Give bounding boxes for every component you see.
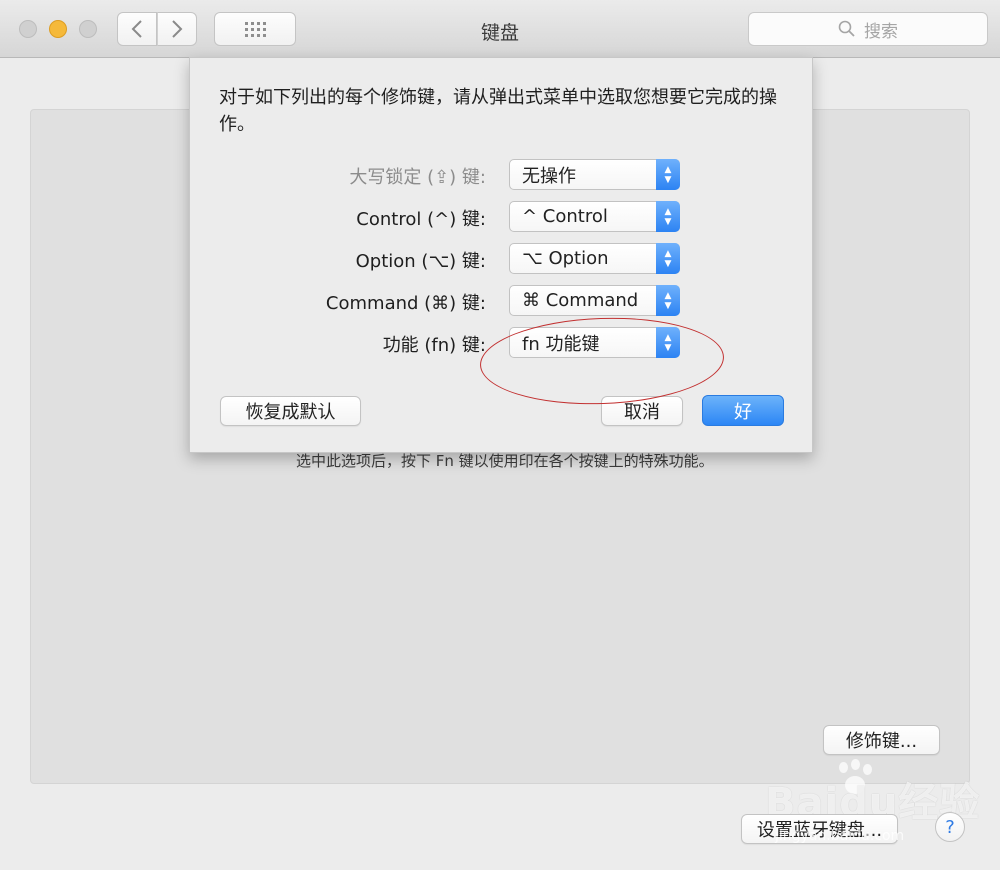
caps-lock-popup[interactable]: 无操作 ▲ ▼ [509,159,680,190]
modifier-keys-button[interactable]: 修饰键... [823,725,940,755]
popup-arrows-icon: ▲ ▼ [656,243,680,274]
ok-button[interactable]: 好 [702,395,784,426]
sheet-description: 对于如下列出的每个修饰键，请从弹出式菜单中选取您想要它完成的操作。 [219,87,777,135]
command-label: Command (⌘) 键: [325,293,486,314]
search-placeholder: 搜索 [864,21,898,42]
title-bar: 键盘 搜索 [0,0,1000,58]
watermark-url: jingyan.baidu.com [775,828,905,844]
option-popup[interactable]: ⌥ Option ▲ ▼ [509,243,680,274]
fn-label: 功能 (fn) 键: [382,335,486,356]
command-popup[interactable]: ⌘ Command ▲ ▼ [509,285,680,316]
control-value: ^ Control [522,206,608,227]
modifier-keys-sheet: 对于如下列出的每个修饰键，请从弹出式菜单中选取您想要它完成的操作。 大写锁定 (… [189,57,813,453]
restore-defaults-button[interactable]: 恢复成默认 [220,396,361,426]
option-label: Option (⌥) 键: [355,251,486,272]
help-button[interactable]: ? [935,812,965,842]
option-value: ⌥ Option [522,248,609,269]
control-label: Control (^) 键: [356,209,486,230]
popup-arrows-icon: ▲ ▼ [656,201,680,232]
control-popup[interactable]: ^ Control ▲ ▼ [509,201,680,232]
popup-arrows-icon: ▲ ▼ [656,285,680,316]
search-icon [838,20,855,37]
search-field[interactable]: 搜索 [748,12,988,46]
caps-lock-value: 无操作 [522,165,576,187]
fn-hint-text: 选中此选项后，按下 Fn 键以使用印在各个按键上的特殊功能。 [296,452,714,470]
caps-lock-label: 大写锁定 (⇪) 键: [349,167,486,188]
command-value: ⌘ Command [522,290,639,311]
popup-arrows-icon: ▲ ▼ [656,159,680,190]
